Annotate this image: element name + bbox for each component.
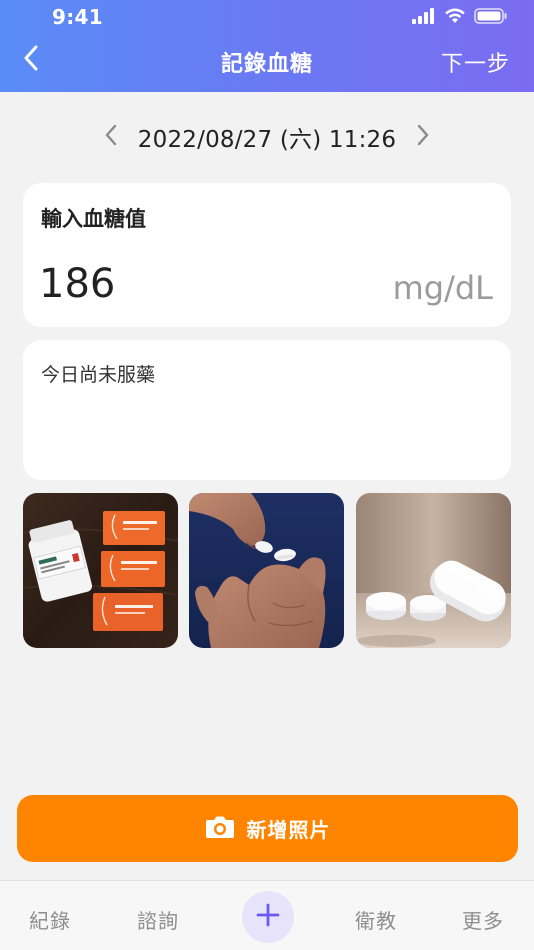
previous-date-button[interactable]	[96, 119, 126, 155]
header: 9:41 記錄血糖 下一步	[0, 0, 534, 92]
tab-education[interactable]: 衛教	[355, 905, 397, 934]
glucose-unit: mg/dL	[392, 269, 493, 307]
tab-consult[interactable]: 諮詢	[137, 905, 179, 934]
white-tablets-photo[interactable]	[356, 493, 511, 648]
tab-add-button[interactable]	[242, 891, 294, 943]
note-field[interactable]: 今日尚未服藥	[23, 340, 511, 480]
bottom-tab-bar: 紀錄 諮詢 衛教 更多	[0, 880, 534, 950]
medicine-boxes-photo[interactable]	[23, 493, 178, 648]
pills-in-hand-photo[interactable]	[189, 493, 344, 648]
tab-more[interactable]: 更多	[462, 905, 504, 934]
next-step-button[interactable]: 下一步	[441, 46, 510, 78]
status-time: 9:41	[52, 5, 103, 29]
chevron-right-icon	[416, 124, 430, 150]
next-date-button[interactable]	[408, 119, 438, 155]
cellular-signal-icon	[412, 8, 436, 28]
camera-icon	[205, 814, 235, 844]
battery-icon	[474, 8, 508, 28]
status-icons	[412, 8, 508, 28]
date-selector: 2022/08/27 (六) 11:26	[0, 114, 534, 160]
glucose-value-field[interactable]: 186	[39, 261, 115, 307]
date-time-value[interactable]: 2022/08/27 (六) 11:26	[138, 120, 396, 154]
chevron-left-icon	[104, 124, 118, 150]
status-bar: 9:41	[0, 0, 534, 32]
tab-record[interactable]: 紀錄	[29, 905, 71, 934]
glucose-label: 輸入血糖值	[41, 207, 146, 231]
add-photo-label: 新增照片	[246, 818, 331, 842]
wifi-icon	[444, 8, 466, 28]
note-text: 今日尚未服藥	[41, 364, 156, 386]
glucose-input-card[interactable]: 輸入血糖值 186 mg/dL	[23, 183, 511, 327]
add-photo-button[interactable]: 新增照片	[17, 795, 518, 862]
plus-icon	[255, 902, 281, 932]
nav-bar: 記錄血糖 下一步	[0, 32, 534, 92]
